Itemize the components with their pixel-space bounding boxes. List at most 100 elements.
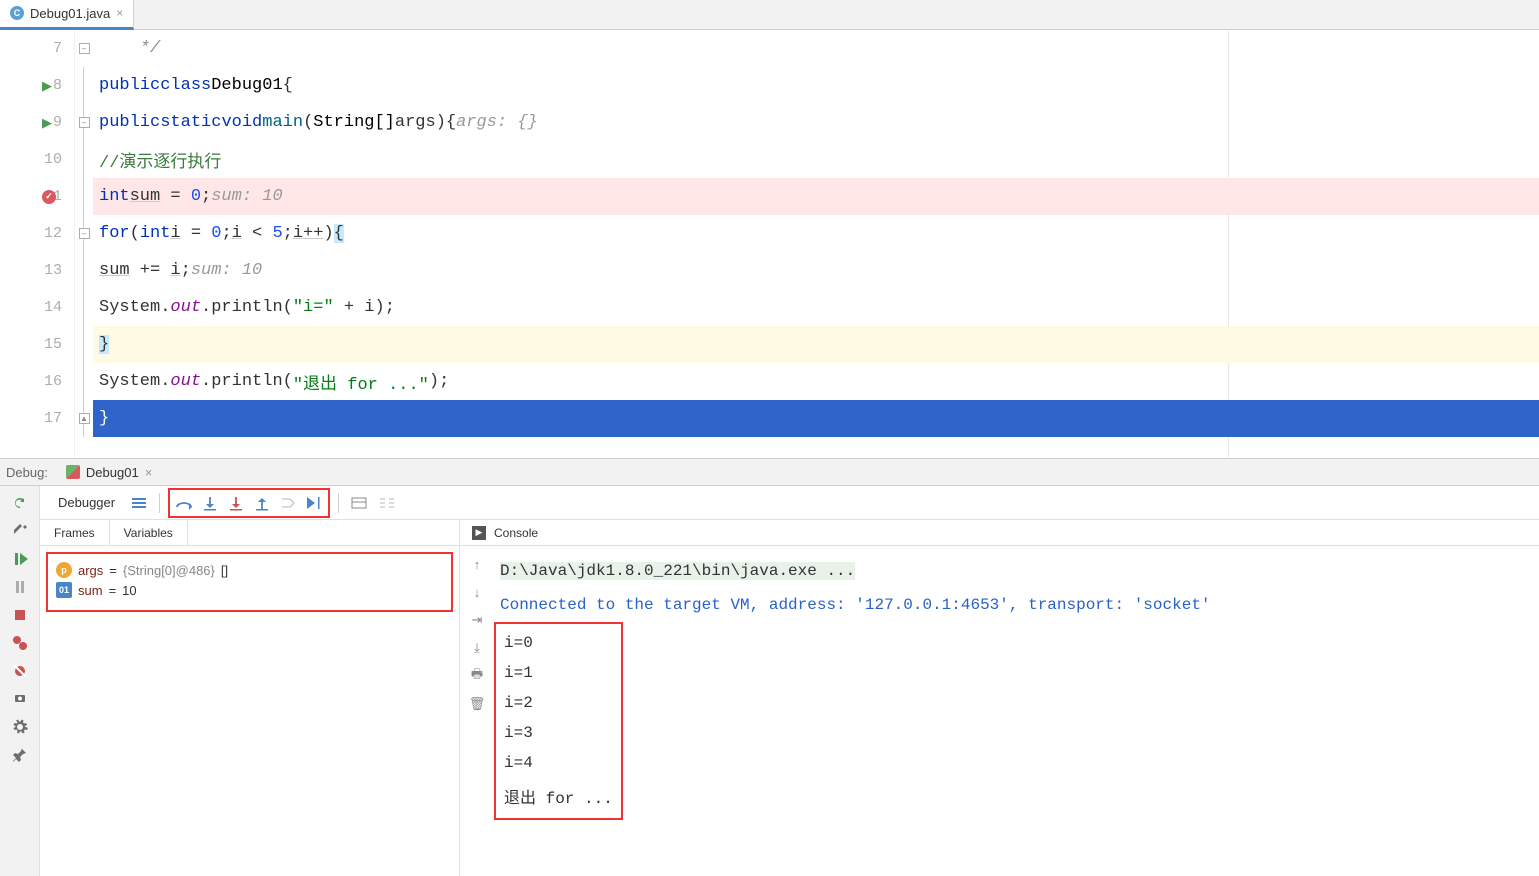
rerun-button[interactable] xyxy=(9,492,31,514)
debug-panel: Debugger Frames xyxy=(0,486,1539,876)
debug-title: Debug: xyxy=(6,465,48,480)
console-line: i=1 xyxy=(504,658,613,688)
run-to-cursor-button[interactable] xyxy=(302,491,326,515)
debug-tool-window-header: Debug: Debug01 × xyxy=(0,458,1539,486)
up-stack-button[interactable]: ↑ xyxy=(467,554,487,574)
evaluate-expression-button[interactable] xyxy=(347,491,371,515)
param-badge-icon: p xyxy=(56,562,72,578)
console-line: i=2 xyxy=(504,688,613,718)
fold-icon[interactable]: – xyxy=(79,117,90,128)
code-area[interactable]: */ public class Debug01 { public static … xyxy=(93,30,1539,458)
code-editor[interactable]: 7 ▶8 ▶9 10 11 12 13 14 15 16 17 – – – ▲ xyxy=(0,30,1539,458)
step-buttons-highlight xyxy=(168,488,330,518)
line-number: 8 xyxy=(53,77,62,94)
pause-button[interactable] xyxy=(9,576,31,598)
fold-icon[interactable]: – xyxy=(79,43,90,54)
console-side-toolbar: ↑ ↓ ⇥ ⤓ 🖶 🗑 xyxy=(460,546,494,876)
editor-tab-bar: C Debug01.java × xyxy=(0,0,1539,30)
variable-row[interactable]: p args = {String[0]@486} [] xyxy=(56,560,443,580)
line-number: 12 xyxy=(44,225,62,242)
code-line: public static void main(String[] args) {… xyxy=(93,104,1539,141)
run-gutter-icon[interactable]: ▶ xyxy=(42,115,52,131)
console-connected-msg: Connected to the target VM, address: '12… xyxy=(494,588,1539,622)
trace-current-stream-button[interactable] xyxy=(375,491,399,515)
console-line: i=3 xyxy=(504,718,613,748)
console-line: i=4 xyxy=(504,748,613,778)
fold-icon[interactable]: – xyxy=(79,228,90,239)
debugger-tab[interactable]: Debugger xyxy=(50,491,123,514)
separator xyxy=(159,493,160,513)
code-line: public class Debug01 { xyxy=(93,67,1539,104)
line-number: 13 xyxy=(44,262,62,279)
debug-main: Debugger Frames xyxy=(40,486,1539,876)
debug-content: Frames Variables p args = {String[0]@486… xyxy=(40,520,1539,876)
get-thread-dump-button[interactable] xyxy=(9,688,31,710)
resume-button[interactable] xyxy=(9,548,31,570)
code-line: sum += i; sum: 10 xyxy=(93,252,1539,289)
debug-side-toolbar xyxy=(0,486,40,876)
console-icon: ▶ xyxy=(472,526,486,540)
line-number: 17 xyxy=(44,410,62,427)
separator xyxy=(338,493,339,513)
line-number: 16 xyxy=(44,373,62,390)
tab-filename: Debug01.java xyxy=(30,6,110,21)
code-line-breakpoint: int sum = 0; sum: 10 xyxy=(93,178,1539,215)
gutter: 7 ▶8 ▶9 10 11 12 13 14 15 16 17 xyxy=(0,30,75,458)
code-line: System.out.println("i=" + i); xyxy=(93,289,1539,326)
console-tab-label[interactable]: Console xyxy=(494,526,538,540)
down-stack-button[interactable]: ↓ xyxy=(467,582,487,602)
line-number: 10 xyxy=(44,151,62,168)
variables-highlight-box: p args = {String[0]@486} [] 01 sum = 10 xyxy=(46,552,453,612)
code-line: for (int i = 0; i < 5; i++) { xyxy=(93,215,1539,252)
code-line: } xyxy=(93,326,1539,363)
stop-button[interactable] xyxy=(9,604,31,626)
force-step-into-button[interactable] xyxy=(224,491,248,515)
console-line: 退出 for ... xyxy=(504,778,613,814)
step-out-button[interactable] xyxy=(250,491,274,515)
code-line: System.out.println("退出 for ..."); xyxy=(93,363,1539,400)
console-panel: ▶ Console ↑ ↓ ⇥ ⤓ 🖶 🗑 D:\Ja xyxy=(460,520,1539,876)
fold-column: – – – ▲ xyxy=(75,30,93,458)
debug-config-tab[interactable]: Debug01 × xyxy=(66,465,152,480)
debug-config-name: Debug01 xyxy=(86,465,139,480)
app-config-icon xyxy=(66,465,80,479)
modify-run-config-button[interactable] xyxy=(9,520,31,542)
threads-button[interactable] xyxy=(127,491,151,515)
close-icon[interactable]: × xyxy=(145,465,153,480)
variables-panel: Frames Variables p args = {String[0]@486… xyxy=(40,520,460,876)
line-number: 9 xyxy=(53,114,62,131)
print-button[interactable]: 🖶 xyxy=(467,666,487,686)
drop-frame-button[interactable] xyxy=(276,491,300,515)
console-header: ▶ Console xyxy=(460,520,1539,546)
console-command: D:\Java\jdk1.8.0_221\bin\java.exe ... xyxy=(500,562,855,580)
clear-all-button[interactable]: 🗑 xyxy=(467,694,487,714)
soft-wrap-button[interactable]: ⇥ xyxy=(467,610,487,630)
close-icon[interactable]: × xyxy=(116,6,123,20)
file-tab[interactable]: C Debug01.java × xyxy=(0,0,134,30)
int-badge-icon: 01 xyxy=(56,582,72,598)
variables-header: Frames Variables xyxy=(40,520,459,546)
code-line: */ xyxy=(93,30,1539,67)
fold-icon[interactable]: ▲ xyxy=(79,413,90,424)
line-number: 14 xyxy=(44,299,62,316)
variable-row[interactable]: 01 sum = 10 xyxy=(56,580,443,600)
step-into-button[interactable] xyxy=(198,491,222,515)
settings-button[interactable] xyxy=(9,716,31,738)
debug-toolbar: Debugger xyxy=(40,486,1539,520)
breakpoint-icon[interactable] xyxy=(42,190,56,204)
console-line: i=0 xyxy=(504,628,613,658)
pin-button[interactable] xyxy=(9,744,31,766)
view-breakpoints-button[interactable] xyxy=(9,632,31,654)
java-class-icon: C xyxy=(10,6,24,20)
variables-tab[interactable]: Variables xyxy=(110,520,188,546)
console-output[interactable]: D:\Java\jdk1.8.0_221\bin\java.exe ... Co… xyxy=(494,546,1539,876)
mute-breakpoints-button[interactable] xyxy=(9,660,31,682)
frames-tab[interactable]: Frames xyxy=(40,520,110,546)
scroll-to-end-button[interactable]: ⤓ xyxy=(467,638,487,658)
step-over-button[interactable] xyxy=(172,491,196,515)
line-number: 15 xyxy=(44,336,62,353)
run-gutter-icon[interactable]: ▶ xyxy=(42,78,52,94)
code-line: //演示逐行执行 xyxy=(93,141,1539,178)
console-output-highlight: i=0 i=1 i=2 i=3 i=4 退出 for ... xyxy=(494,622,623,820)
code-line-execution: } xyxy=(93,400,1539,437)
